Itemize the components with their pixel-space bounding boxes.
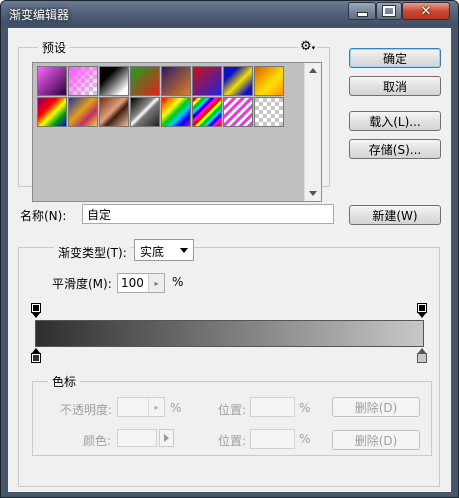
chevron-down-icon [180, 248, 188, 253]
preset-swatch[interactable] [99, 66, 129, 96]
minimize-button[interactable] [348, 2, 376, 20]
preset-swatch[interactable] [99, 97, 129, 127]
preset-swatch[interactable] [37, 97, 67, 127]
title-bar[interactable]: 渐变编辑器 ✕ [1, 1, 458, 27]
preset-swatch[interactable] [192, 97, 222, 127]
ok-button[interactable]: 确定 [349, 48, 441, 68]
gradient-type-value: 实底 [140, 245, 165, 259]
opacity-label: 不透明度: [60, 403, 113, 417]
opacity-input[interactable]: ▸ [117, 397, 165, 417]
opacity-location-unit: % [299, 401, 311, 415]
preset-swatch[interactable] [161, 66, 191, 96]
save-button[interactable]: 存储(S)... [349, 139, 441, 159]
color-swatch-box[interactable] [117, 429, 157, 447]
delete-opacity-stop-button[interactable]: 删除(D) [332, 397, 420, 417]
preset-swatch[interactable] [130, 66, 160, 96]
gradient-preview-bar[interactable] [35, 320, 424, 347]
gradient-type-label: 渐变类型(T): [54, 244, 131, 261]
gradient-type-select[interactable]: 实底 [134, 239, 194, 261]
smoothness-spin-button[interactable]: ▸ [148, 274, 164, 292]
opacity-stop-right[interactable] [417, 303, 427, 318]
preset-swatch[interactable] [254, 66, 284, 96]
color-location-unit: % [299, 432, 311, 446]
opacity-unit: % [170, 401, 182, 415]
color-stop-label: 色标 [48, 373, 81, 390]
dialog-body: 预设 ⚙▾ 确定 取消 载入(L)... 存储(S)... 名称(N): 自定 … [8, 28, 451, 492]
gear-icon[interactable]: ⚙▾ [298, 39, 318, 54]
preset-swatch[interactable] [223, 97, 253, 127]
preset-swatch[interactable] [68, 66, 98, 96]
opacity-location-input[interactable] [250, 397, 295, 417]
color-stop-right[interactable] [417, 348, 427, 363]
smoothness-input[interactable]: 100 ▸ [117, 273, 165, 293]
smoothness-unit: % [172, 275, 184, 289]
opacity-spin-button[interactable]: ▸ [148, 398, 164, 416]
stop-icon [31, 353, 41, 363]
gradient-editor-window: 渐变编辑器 ✕ 预设 ⚙▾ 确定 取消 载入(L)... 存储(S)... 名称… [0, 0, 459, 498]
preset-swatch[interactable] [192, 66, 222, 96]
close-button[interactable]: ✕ [402, 2, 450, 20]
maximize-button[interactable] [376, 2, 402, 20]
new-button[interactable]: 新建(W) [349, 205, 441, 225]
color-label: 颜色: [83, 434, 112, 448]
chevron-right-icon [164, 434, 169, 442]
preset-scrollbar[interactable] [304, 63, 321, 201]
smoothness-value: 100 [121, 276, 144, 290]
color-stop-left[interactable] [31, 348, 41, 363]
preset-swatch[interactable] [130, 97, 160, 127]
minimize-icon [356, 11, 368, 17]
preset-swatch[interactable] [223, 66, 253, 96]
stop-icon [417, 303, 427, 313]
maximize-icon [382, 5, 396, 17]
presets-label: 预设 [38, 39, 71, 56]
smoothness-label: 平滑度(M): [52, 277, 112, 291]
color-location-label: 位置: [218, 434, 247, 448]
opacity-location-label: 位置: [218, 403, 247, 417]
window-title: 渐变编辑器 [9, 8, 70, 22]
preset-swatch-list[interactable] [32, 62, 322, 202]
preset-swatch[interactable] [37, 66, 67, 96]
name-input[interactable] [82, 204, 334, 224]
scroll-down-icon[interactable] [309, 191, 317, 196]
delete-color-stop-button[interactable]: 删除(D) [332, 430, 420, 450]
scroll-up-icon[interactable] [309, 68, 317, 73]
stop-icon [31, 303, 41, 313]
load-button[interactable]: 载入(L)... [349, 111, 441, 131]
close-icon: ✕ [420, 3, 432, 19]
preset-swatch[interactable] [161, 97, 191, 127]
preset-swatch[interactable] [68, 97, 98, 127]
color-location-input[interactable] [250, 429, 295, 449]
opacity-stop-left[interactable] [31, 303, 41, 318]
preset-swatch[interactable] [254, 97, 284, 127]
stop-icon [417, 353, 427, 363]
cancel-button[interactable]: 取消 [349, 76, 441, 96]
name-label: 名称(N): [20, 209, 67, 223]
color-menu-button[interactable] [159, 429, 174, 447]
